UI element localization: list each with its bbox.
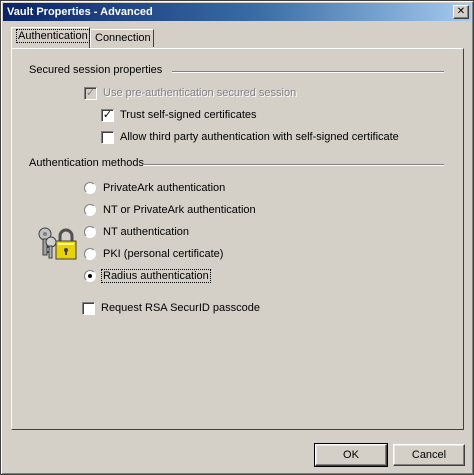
close-button[interactable]: ✕ — [453, 5, 469, 19]
rsa-passcode-checkbox[interactable] — [82, 302, 95, 315]
auth-methods-divider — [143, 164, 444, 166]
radio-selected-dot — [88, 274, 92, 278]
cancel-button[interactable]: Cancel — [393, 444, 465, 466]
radio-nt-label[interactable]: NT authentication — [103, 225, 189, 239]
tab-authentication-label: Authentication — [16, 29, 90, 43]
secured-session-heading: Secured session properties — [29, 64, 163, 76]
trust-self-signed-label[interactable]: Trust self-signed certificates — [120, 108, 257, 122]
trust-self-signed-checkbox[interactable]: ✓ — [101, 109, 114, 122]
radio-privateark-label[interactable]: PrivateArk authentication — [103, 181, 225, 195]
ok-button[interactable]: OK — [314, 443, 388, 467]
tab-connection[interactable]: Connection — [90, 29, 154, 47]
radio-pki-label[interactable]: PKI (personal certificate) — [103, 247, 223, 261]
allow-third-party-checkbox[interactable] — [101, 131, 114, 144]
keys-padlock-icon — [38, 227, 77, 260]
use-pre-auth-label: Use pre-authentication secured session — [103, 87, 297, 99]
rsa-passcode-label[interactable]: Request RSA SecurID passcode — [101, 301, 260, 315]
radio-nt-or-privateark[interactable] — [84, 204, 96, 216]
use-pre-auth-checkbox: ✓ — [84, 87, 97, 100]
radio-radius[interactable] — [84, 270, 96, 282]
close-icon: ✕ — [456, 6, 466, 17]
radio-nt-or-privateark-label[interactable]: NT or PrivateArk authentication — [103, 203, 256, 217]
allow-third-party-label[interactable]: Allow third party authentication with se… — [120, 130, 399, 144]
cancel-button-label: Cancel — [411, 449, 447, 461]
auth-methods-heading: Authentication methods — [29, 157, 144, 169]
dialog-window: Vault Properties - Advanced ✕ Authentica… — [0, 0, 474, 475]
secured-session-divider — [172, 71, 444, 73]
radio-pki[interactable] — [84, 248, 96, 260]
title-bar[interactable]: Vault Properties - Advanced ✕ — [3, 3, 471, 21]
tab-authentication[interactable]: Authentication — [11, 27, 90, 48]
radio-nt[interactable] — [84, 226, 96, 238]
window-title: Vault Properties - Advanced — [7, 6, 153, 18]
tab-connection-label: Connection — [95, 32, 151, 44]
authentication-panel: Secured session properties ✓ Use pre-aut… — [11, 48, 464, 430]
radio-radius-label[interactable]: Radius authentication — [101, 269, 211, 283]
ok-button-label: OK — [343, 449, 359, 461]
radio-privateark[interactable] — [84, 182, 96, 194]
